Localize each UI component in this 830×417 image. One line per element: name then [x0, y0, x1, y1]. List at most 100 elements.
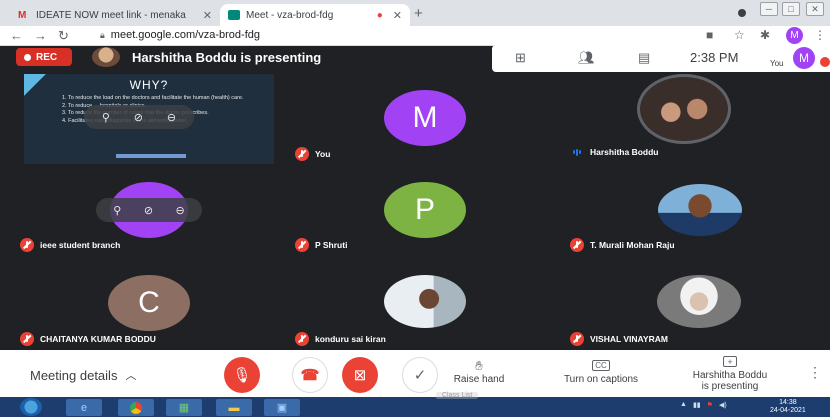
minimize-button[interactable]: ─ [760, 2, 778, 16]
slide-bullet: 1. To reduce the load on the doctors and… [62, 95, 244, 101]
meet-icon [228, 10, 240, 20]
participant-label-konduru: konduru sai kiran [295, 332, 386, 346]
participant-name: P Shruti [315, 240, 348, 250]
excel-icon[interactable]: ▦ [166, 399, 202, 416]
remove-icon[interactable]: ⊖ [167, 111, 176, 124]
mic-toggle-button[interactable]: 🎙︎ [224, 357, 260, 393]
reload-icon[interactable]: ↻ [58, 28, 69, 44]
recording-dot-icon [24, 53, 31, 61]
camera-toggle-button[interactable]: ⊠ [342, 357, 378, 393]
participant-name: T. Murali Mohan Raju [590, 240, 675, 250]
system-clock[interactable]: 14:38 24-04-2021 [770, 399, 806, 415]
media-indicator-icon[interactable] [738, 9, 746, 17]
volume-icon[interactable]: ◀) [719, 401, 727, 409]
avatar-p-shruti: P [384, 182, 466, 238]
new-tab-button[interactable]: + [414, 5, 423, 22]
system-tray: ▲ ▮▮ ⚑ ◀) [680, 401, 727, 409]
pin-icon[interactable]: ⚲ [113, 204, 121, 217]
raise-hand-label: Raise hand [453, 374, 505, 385]
mic-off-icon [295, 147, 309, 161]
checkmark-icon: ✓ [413, 367, 427, 384]
hand-icon: ✋︎ [475, 358, 483, 373]
meeting-time: 2:38 PM [690, 50, 739, 65]
tile-overlay-controls: ⚲ ⊘ ⊖ [84, 105, 194, 129]
gmail-icon: M [18, 10, 27, 21]
more-options-icon[interactable]: ⋮ [808, 364, 822, 381]
slide-highlight-bar [116, 154, 186, 158]
remove-icon[interactable]: ⊖ [176, 204, 185, 217]
chrome-icon[interactable] [118, 399, 154, 416]
present-label-line1: Harshitha Boddu [692, 370, 768, 381]
mic-off-icon [20, 238, 34, 252]
tab-meet[interactable]: Meet - vza-brod-fdg ● ✕ [220, 4, 410, 26]
close-tab-icon[interactable]: ✕ [393, 9, 402, 22]
meeting-details-button[interactable]: Meeting details ︿ [30, 367, 136, 383]
present-label-line2: is presenting [701, 381, 759, 392]
tab-ideate-now[interactable]: M IDEATE NOW meet link - menaka ✕ [10, 4, 220, 26]
mic-off-icon [20, 332, 34, 346]
avatar-harshitha [637, 74, 731, 144]
pin-icon[interactable]: ⚲ [102, 111, 110, 124]
participant-label-you: You [295, 147, 330, 161]
captions-icon: CC [592, 360, 610, 371]
recording-dot-icon: ● [376, 9, 383, 21]
participant-label-chaitanya: CHAITANYA KUMAR BODDU [20, 332, 156, 346]
leave-call-button[interactable]: ☎︎ [292, 357, 328, 393]
lock-icon: 🔒︎ [100, 29, 105, 40]
media-player-icon[interactable]: ▣ [264, 399, 300, 416]
raise-hand-button[interactable]: ✋︎ Raise hand [446, 358, 512, 385]
people-icon[interactable]: 👥︎ [578, 50, 595, 66]
profile-avatar[interactable]: M [786, 27, 803, 44]
check-button[interactable]: ✓ [402, 357, 438, 393]
chevron-up-icon: ︿ [125, 370, 137, 382]
network-icon[interactable]: ▮▮ [693, 401, 701, 409]
participant-name: VISHAL VINAYRAM [590, 334, 668, 344]
recording-label: REC [36, 51, 58, 63]
mic-off-icon: 🎙︎ [232, 367, 252, 384]
captions-button[interactable]: CC Turn on captions [552, 360, 650, 385]
flag-icon[interactable]: ⚑ [707, 401, 713, 409]
url-field[interactable]: 🔒︎ meet.google.com/vza-brod-fdg [100, 29, 260, 41]
slide-title: WHY? [129, 78, 169, 92]
participant-name: CHAITANYA KUMAR BODDU [40, 334, 156, 344]
mute-icon[interactable]: ⊘ [144, 204, 153, 217]
mic-off-icon [570, 332, 584, 346]
layout-grid-icon[interactable]: ⊞ [515, 50, 526, 66]
forward-arrow-icon[interactable]: → [34, 28, 47, 43]
presenter-avatar [92, 47, 120, 67]
notification-dot-icon [820, 57, 830, 67]
speaking-indicator-icon [570, 148, 584, 156]
clock-time: 14:38 [779, 399, 797, 406]
present-screen-icon: + [723, 356, 737, 367]
menu-icon[interactable]: ⋮ [814, 28, 826, 42]
extensions-icon[interactable]: ✱ [760, 28, 770, 42]
close-tab-icon[interactable]: ✕ [203, 9, 212, 22]
avatar-you: M [384, 90, 466, 146]
tab-label: Meet - vza-brod-fdg [246, 9, 334, 21]
mic-off-icon [295, 332, 309, 346]
participant-name: You [315, 149, 331, 159]
tray-arrow-icon[interactable]: ▲ [680, 401, 687, 409]
recording-badge: REC [16, 48, 72, 66]
start-button[interactable] [20, 398, 42, 416]
mic-off-icon [295, 238, 309, 252]
participant-label-vishal: VISHAL VINAYRAM [570, 332, 668, 346]
tile-overlay-controls: ⚲ ⊘ ⊖ [96, 198, 202, 222]
maximize-button[interactable]: □ [782, 2, 800, 16]
star-icon[interactable]: ☆ [734, 28, 745, 42]
back-arrow-icon[interactable]: ← [10, 28, 23, 43]
avatar-konduru [384, 275, 466, 328]
participant-label-ieee: ieee student branch [20, 238, 120, 252]
folder-icon[interactable]: ▬ [216, 399, 252, 416]
self-avatar[interactable]: M [793, 47, 815, 69]
chat-icon[interactable]: ▤ [638, 50, 650, 66]
mic-off-icon [570, 238, 584, 252]
present-button[interactable]: + Harshitha Boddu is presenting [680, 356, 780, 392]
class-list-tooltip: Class List [436, 392, 479, 399]
camera-icon[interactable]: ■ [706, 28, 713, 42]
presenting-title: Harshitha Boddu is presenting [132, 50, 322, 65]
you-label: You [770, 59, 784, 68]
mute-icon[interactable]: ⊘ [134, 111, 143, 124]
close-window-button[interactable]: ✕ [806, 2, 824, 16]
ie-icon[interactable]: e [66, 399, 102, 416]
